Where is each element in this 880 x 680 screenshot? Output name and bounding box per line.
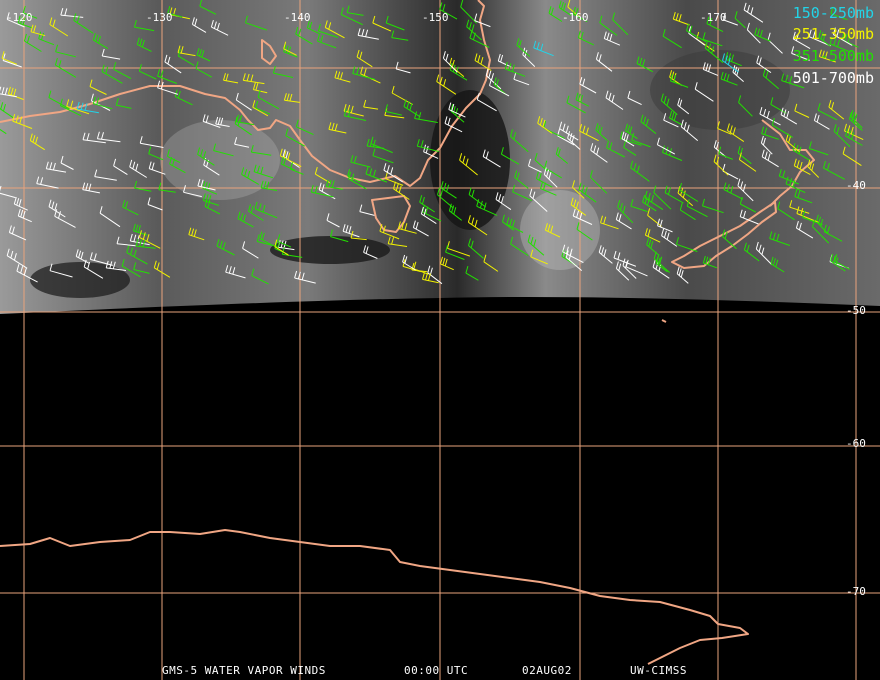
lat-label-70: -70 [846,585,866,598]
legend-251-350: 251-350mb [792,25,874,43]
footer-product: GMS-5 WATER VAPOR WINDS [162,664,326,677]
footer-time: 00:00 UTC [404,664,469,677]
lon-label-140: -140 [284,11,311,24]
antarctica-coast [0,529,749,665]
lon-label-170: -170 [700,11,727,24]
legend-351-500: 351-500mb [792,47,874,65]
lat-label-50: -50 [846,304,866,317]
lat-label-60: -60 [846,437,866,450]
lon-label-120: -120 [6,11,33,24]
water-vapor-map [0,0,880,680]
lon-label-150: -150 [422,11,449,24]
island-dot [661,319,667,323]
footer-date: 02AUG02 [522,664,572,677]
legend-501-700: 501-700mb [792,69,874,87]
lon-label-130: -130 [146,11,173,24]
lon-label-160: -160 [562,11,589,24]
lat-label-40: -40 [846,179,866,192]
footer-source: UW-CIMSS [630,664,687,677]
legend-150-250: 150-250mb [792,4,874,22]
